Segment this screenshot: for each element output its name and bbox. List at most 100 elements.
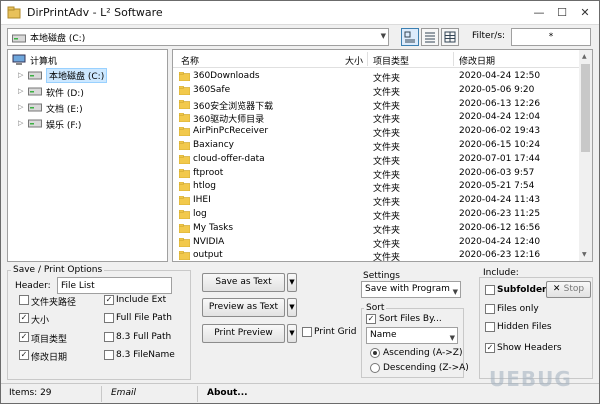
close-button[interactable]: ✕ — [575, 4, 595, 22]
sort-label: Sort — [364, 303, 387, 313]
table-row[interactable]: cloud-offer-data 文件夹 2020-07-01 17:44 — [173, 153, 580, 167]
table-row[interactable]: 360驱动大师目录 文件夹 2020-04-24 12:04 — [173, 111, 580, 126]
row-name: 360安全浏览器下载 — [193, 101, 274, 112]
row-name: AirPinPcReceiver — [193, 126, 269, 137]
table-row[interactable]: IHEI 文件夹 2020-04-24 11:43 — [173, 194, 580, 208]
save-as-text-dropdown[interactable]: ▼ — [287, 273, 297, 292]
option-checkbox[interactable]: ✓ — [19, 350, 29, 360]
preview-as-text-button[interactable]: Preview as Text — [202, 298, 285, 317]
tree-node-drive[interactable]: ▷ 软件 (D:) — [18, 84, 158, 99]
tree-node-drive[interactable]: ▷ 本地磁盘 (C:) — [18, 68, 158, 83]
row-date: 2020-04-24 12:50 — [459, 71, 541, 81]
minimize-button[interactable]: — — [529, 4, 549, 22]
toolbar: 本地磁盘 (C:) ▼ Filter/s: * — [1, 26, 599, 48]
view-list-button[interactable] — [421, 28, 439, 46]
ascending-radio[interactable] — [370, 348, 380, 358]
row-date: 2020-06-03 9:57 — [459, 167, 535, 178]
folder-icon — [179, 99, 190, 109]
ascending-label: Ascending (A->Z) — [383, 348, 463, 358]
view-details-button[interactable] — [401, 28, 419, 46]
scrollbar-thumb[interactable] — [581, 64, 590, 152]
save-as-text-button[interactable]: Save as Text — [202, 273, 285, 292]
preview-as-text-dropdown[interactable]: ▼ — [287, 298, 297, 317]
folder-tree[interactable]: 计算机 ▷ 本地磁盘 (C:) ▷ 软件 (D:) ▷ 文档 (E:) ▷ 娱乐… — [7, 49, 168, 262]
stop-label: Stop — [563, 284, 585, 294]
tree-node-drive[interactable]: ▷ 娱乐 (F:) — [18, 116, 158, 131]
row-name: output — [193, 250, 223, 261]
files-only-checkbox[interactable] — [485, 304, 495, 314]
chevron-down-icon: ▼ — [449, 334, 455, 342]
folder-icon — [179, 72, 190, 81]
column-modified[interactable]: 修改日期 — [459, 54, 495, 67]
app-icon — [7, 6, 21, 19]
subfolders-checkbox[interactable] — [485, 285, 495, 295]
scroll-down-icon[interactable]: ▼ — [582, 251, 587, 258]
column-size[interactable]: 大小 — [345, 54, 363, 67]
expand-arrow-icon: ▷ — [18, 103, 24, 111]
table-row[interactable]: Baxiancy 文件夹 2020-06-15 10:24 — [173, 139, 580, 153]
maximize-button[interactable]: ☐ — [552, 4, 572, 22]
about-link[interactable]: About... — [207, 388, 248, 398]
option-checkbox[interactable]: ✓ — [19, 313, 29, 323]
option-checkbox[interactable] — [104, 313, 114, 323]
table-row[interactable]: My Tasks 文件夹 2020-06-12 16:56 — [173, 222, 580, 236]
row-name: log — [193, 209, 207, 219]
table-row[interactable]: 360Safe 文件夹 2020-05-06 9:20 — [173, 84, 580, 98]
email-link[interactable]: Email — [111, 388, 136, 398]
table-row[interactable]: 360安全浏览器下载 文件夹 2020-06-13 12:26 — [173, 98, 580, 112]
drive-selector[interactable]: 本地磁盘 (C:) ▼ — [7, 28, 389, 46]
show-headers-checkbox[interactable]: ✓ — [485, 343, 495, 353]
print-preview-button[interactable]: Print Preview — [202, 324, 285, 343]
option-checkbox[interactable] — [19, 295, 29, 305]
sort-files-checkbox[interactable]: ✓ — [366, 314, 376, 324]
file-list[interactable]: 名称 大小 项目类型 修改日期 360Downloads 文件夹 2020-04-2… — [172, 49, 593, 262]
hidden-files-checkbox[interactable] — [485, 322, 495, 332]
column-name[interactable]: 名称 — [181, 54, 199, 67]
print-preview-dropdown[interactable]: ▼ — [287, 324, 297, 343]
settings-label: Settings — [363, 271, 400, 281]
table-row[interactable]: output 文件夹 2020-06-23 12:16 — [173, 249, 580, 262]
table-row[interactable]: 360Downloads 文件夹 2020-04-24 12:50 — [173, 70, 580, 84]
settings-select[interactable]: Save with Program ▼ — [361, 281, 461, 298]
table-row[interactable]: htlog 文件夹 2020-05-21 7:54 — [173, 180, 580, 195]
column-type[interactable]: 项目类型 — [373, 54, 409, 67]
scroll-up-icon[interactable]: ▲ — [582, 53, 587, 60]
expand-arrow-icon: ▷ — [18, 87, 24, 95]
table-row[interactable]: log 文件夹 2020-06-23 11:25 — [173, 208, 580, 222]
option-checkbox[interactable]: ✓ — [19, 332, 29, 342]
list-header: 名称 大小 项目类型 修改日期 — [173, 50, 580, 68]
option-checkbox[interactable] — [104, 332, 114, 342]
row-date: 2020-06-13 12:26 — [459, 98, 541, 109]
row-name: ftproot — [193, 167, 224, 178]
vertical-scrollbar[interactable]: ▲ ▼ — [579, 50, 592, 261]
option-label: Full File Path — [116, 313, 172, 323]
row-name: Baxiancy — [193, 140, 235, 150]
table-row[interactable]: NVIDIA 文件夹 2020-04-24 12:40 — [173, 236, 580, 250]
row-type: 文件夹 — [373, 184, 401, 195]
row-name: 360驱动大师目录 — [193, 115, 265, 126]
descending-radio[interactable] — [370, 363, 380, 373]
descending-label: Descending (Z->A) — [383, 363, 469, 373]
table-row[interactable]: ftproot 文件夹 2020-06-03 9:57 — [173, 167, 580, 181]
tree-node-label: 文档 (E:) — [46, 105, 83, 115]
filter-input[interactable]: * — [511, 28, 591, 46]
sort-by-select[interactable]: Name ▼ — [366, 327, 458, 344]
header-input[interactable]: File List — [57, 277, 172, 294]
print-grid-checkbox[interactable] — [302, 327, 312, 337]
folder-icon — [179, 251, 190, 261]
row-type: 文件夹 — [373, 74, 401, 84]
row-type: 文件夹 — [373, 253, 401, 262]
table-row[interactable]: AirPinPcReceiver 文件夹 2020-06-02 19:43 — [173, 125, 580, 140]
list-view-icon — [425, 32, 435, 43]
option-checkbox[interactable]: ✓ — [104, 295, 114, 305]
option-checkbox[interactable] — [104, 350, 114, 360]
folder-icon — [179, 196, 190, 206]
view-grid-button[interactable] — [441, 28, 459, 46]
expand-arrow-icon: ▷ — [18, 119, 24, 127]
stop-button[interactable]: ✕ Stop — [546, 281, 591, 298]
folder-icon — [179, 141, 190, 150]
tree-node-drive[interactable]: ▷ 文档 (E:) — [18, 100, 158, 115]
row-type: 文件夹 — [373, 129, 401, 140]
row-type: 文件夹 — [373, 225, 401, 236]
tree-node-computer[interactable]: 计算机 — [12, 52, 162, 67]
